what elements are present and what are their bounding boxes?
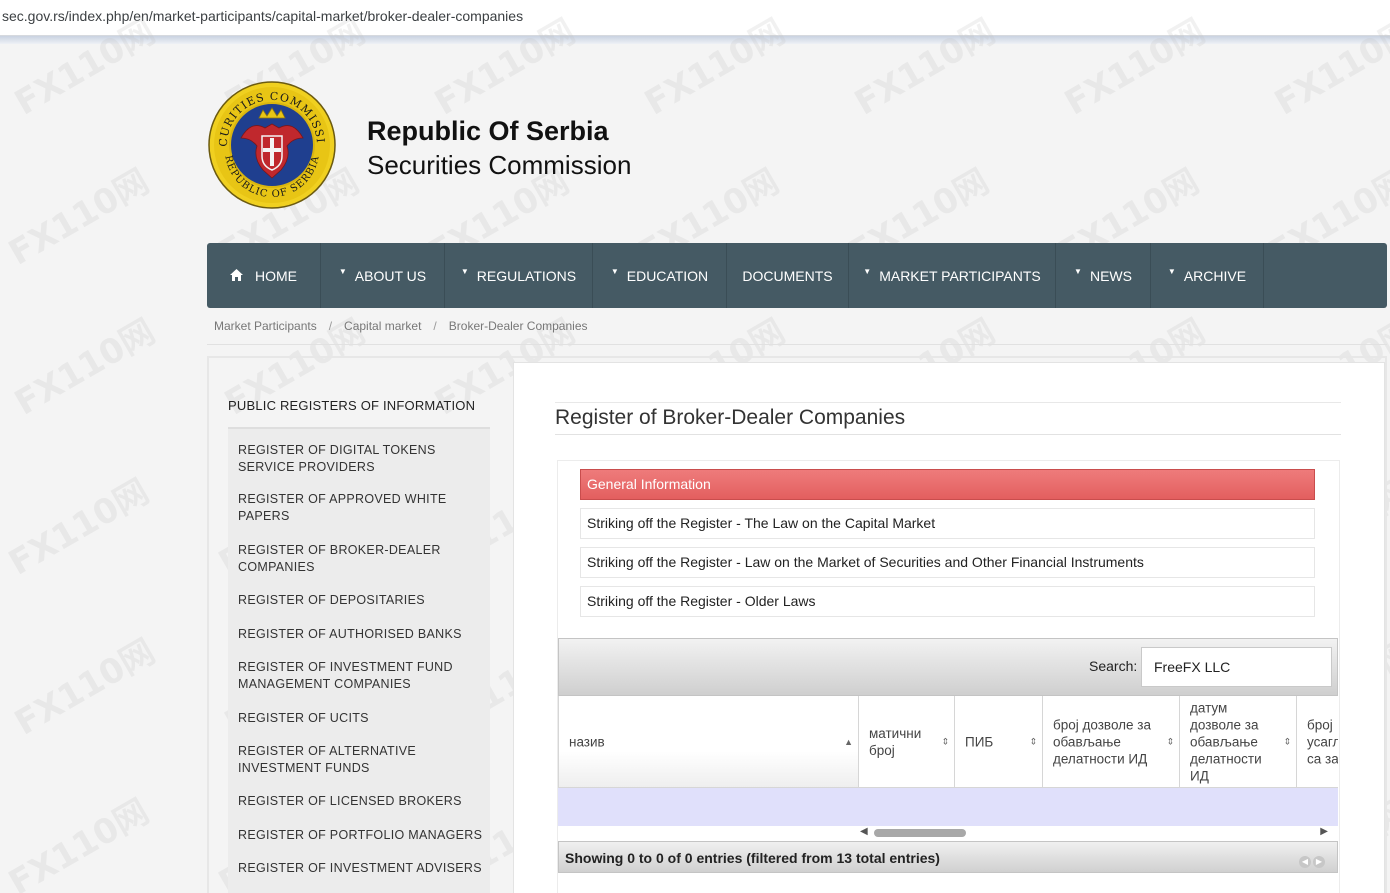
nav-documents[interactable]: DOCUMENTS (727, 243, 849, 308)
nav-news[interactable]: ▼ NEWS (1056, 243, 1151, 308)
breadcrumb-current: Broker-Dealer Companies (448, 319, 588, 333)
table-footer: Showing 0 to 0 of 0 entries (filtered fr… (558, 841, 1338, 873)
sidebar-item-digital-tokens[interactable]: REGISTER OF DIGITAL TOKENS SERVICE PROVI… (238, 442, 483, 476)
column-header-compliance-number[interactable]: број усаглашености са за (1297, 696, 1338, 787)
breadcrumb-divider (207, 344, 1387, 345)
page-title: Register of Broker-Dealer Companies (555, 406, 906, 429)
site-title: Republic Of Serbia (367, 116, 609, 146)
table-pagination: ◀ ▶ (1297, 851, 1325, 868)
breadcrumb-capital-market[interactable]: Capital market (344, 319, 421, 333)
title-divider-top (555, 402, 1341, 403)
table-empty-row (558, 788, 1338, 826)
sidebar-item-ucits[interactable]: REGISTER OF UCITS (238, 710, 483, 727)
sidebar-item-investment-advisers[interactable]: REGISTER OF INVESTMENT ADVISERS (238, 860, 483, 877)
column-header-label: датум дозволе за обављање делатности ИД (1190, 700, 1262, 784)
watermark-text: FX110网 (2, 791, 156, 893)
watermark-text: FX110网 (2, 471, 156, 584)
sort-both-icon: ⇕ (1283, 736, 1291, 747)
column-header-label: број усаглашености са за (1307, 717, 1338, 767)
nav-about-us-label: ABOUT US (354, 267, 427, 284)
search-label: Search: (1089, 658, 1138, 674)
title-divider-bottom (555, 434, 1341, 435)
sidebar-item-broker-dealer[interactable]: REGISTER OF BROKER-DEALER COMPANIES (238, 542, 483, 576)
nav-market-participants-label: MARKET PARTICIPANTS (879, 267, 1041, 284)
accordion-striking-off-securities-market[interactable]: Striking off the Register - Law on the M… (580, 547, 1315, 578)
nav-archive[interactable]: ▼ ARCHIVE (1151, 243, 1264, 308)
sidebar-item-depositaries[interactable]: REGISTER OF DEPOSITARIES (238, 592, 483, 609)
nav-home-label: HOME (255, 267, 297, 284)
watermark-text: FX110网 (8, 311, 162, 424)
column-header-license-date[interactable]: датум дозволе за обављање делатности ИД … (1180, 696, 1297, 787)
sidebar-register-list: REGISTER OF DIGITAL TOKENS SERVICE PROVI… (228, 427, 490, 893)
caret-down-icon: ▼ (338, 267, 347, 276)
url-text[interactable]: sec.gov.rs/index.php/en/market-participa… (2, 8, 523, 24)
column-header-license-number[interactable]: број дозволе за обављање делатности ИД ⇕ (1043, 696, 1180, 787)
sidebar-item-licensed-brokers[interactable]: REGISTER OF LICENSED BROKERS (238, 793, 483, 810)
accordion-striking-off-older-laws[interactable]: Striking off the Register - Older Laws (580, 586, 1315, 617)
site-subtitle: Securities Commission (367, 150, 632, 180)
sidebar-item-white-papers[interactable]: REGISTER OF APPROVED WHITE PAPERS (238, 491, 483, 525)
register-data-table: Search: назив ▲ матични број ⇕ ПИБ ⇕ бро… (558, 638, 1338, 873)
table-horizontal-scrollbar[interactable]: ◀ ▶ (858, 826, 1330, 838)
scroll-left-icon[interactable]: ◀ (860, 826, 868, 837)
nav-home[interactable]: HOME (207, 243, 321, 308)
nav-about-us[interactable]: ▼ ABOUT US (321, 243, 445, 308)
nav-regulations[interactable]: ▼ REGULATIONS (445, 243, 593, 308)
column-header-tax-id[interactable]: ПИБ ⇕ (955, 696, 1043, 787)
scrollbar-thumb[interactable] (874, 829, 966, 837)
sidebar-item-authorised-banks[interactable]: REGISTER OF AUTHORISED BANKS (238, 626, 483, 643)
nav-documents-label: DOCUMENTS (742, 267, 833, 284)
accordion-striking-off-capital-market[interactable]: Striking off the Register - The Law on t… (580, 508, 1315, 539)
nav-education[interactable]: ▼ EDUCATION (593, 243, 727, 308)
table-header-row: назив ▲ матични број ⇕ ПИБ ⇕ број дозвол… (558, 696, 1338, 788)
table-search-input[interactable] (1141, 647, 1332, 687)
column-header-name[interactable]: назив ▲ (559, 696, 859, 787)
main-navigation: HOME ▼ ABOUT US ▼ REGULATIONS ▼ EDUCATIO… (207, 243, 1387, 308)
home-icon (230, 268, 243, 284)
scroll-right-icon[interactable]: ▶ (1320, 826, 1328, 837)
nav-archive-label: ARCHIVE (1183, 267, 1247, 284)
sidebar-title: PUBLIC REGISTERS OF INFORMATION (228, 398, 476, 413)
table-toolbar: Search: (558, 638, 1338, 696)
breadcrumb-separator: / (328, 319, 333, 333)
sort-both-icon: ⇕ (941, 736, 949, 747)
nav-regulations-label: REGULATIONS (476, 267, 577, 284)
sidebar-item-alternative-funds[interactable]: REGISTER OF ALTERNATIVE INVESTMENT FUNDS (238, 743, 483, 777)
browser-address-bar[interactable]: sec.gov.rs/index.php/en/market-participa… (0, 0, 1390, 36)
column-header-registration-number[interactable]: матични број ⇕ (859, 696, 955, 787)
nav-market-participants[interactable]: ▼ MARKET PARTICIPANTS (849, 243, 1056, 308)
caret-down-icon: ▼ (1074, 267, 1082, 276)
watermark-text: FX110网 (2, 161, 156, 274)
column-header-label: број дозволе за обављање делатности ИД (1053, 717, 1151, 767)
nav-education-label: EDUCATION (626, 267, 709, 284)
sort-both-icon: ⇕ (1166, 736, 1174, 747)
caret-down-icon: ▼ (460, 267, 469, 276)
nav-news-label: NEWS (1089, 267, 1132, 284)
breadcrumb-separator: / (433, 319, 437, 333)
caret-down-icon: ▼ (1167, 267, 1176, 276)
accordion-general-information[interactable]: General Information (580, 469, 1315, 500)
sidebar-item-investment-fund-mgmt[interactable]: REGISTER OF INVESTMENT FUND MANAGEMENT C… (238, 659, 483, 693)
sort-both-icon: ⇕ (1029, 736, 1037, 747)
column-header-label: матични број (869, 726, 922, 758)
breadcrumb-market-participants[interactable]: Market Participants (214, 319, 317, 333)
caret-down-icon: ▼ (610, 267, 619, 276)
watermark-text: FX110网 (8, 631, 162, 744)
site-header: SECURITIES COMMISSION REPUBLIC OF SERBIA… (207, 78, 807, 213)
table-info-text: Showing 0 to 0 of 0 entries (filtered fr… (565, 850, 940, 866)
next-page-icon[interactable]: ▶ (1313, 856, 1325, 868)
breadcrumb: Market Participants / Capital market / Broke… (214, 319, 588, 333)
caret-down-icon: ▼ (863, 267, 872, 276)
sort-asc-icon: ▲ (844, 737, 853, 747)
toolbar-divider (0, 36, 1390, 44)
securities-commission-seal-logo[interactable]: SECURITIES COMMISSION REPUBLIC OF SERBIA (207, 80, 337, 210)
column-header-label: ПИБ (965, 734, 994, 750)
previous-page-icon[interactable]: ◀ (1299, 856, 1311, 868)
sidebar-item-portfolio-managers[interactable]: REGISTER OF PORTFOLIO MANAGERS (238, 827, 483, 844)
column-header-label: назив (569, 734, 605, 750)
